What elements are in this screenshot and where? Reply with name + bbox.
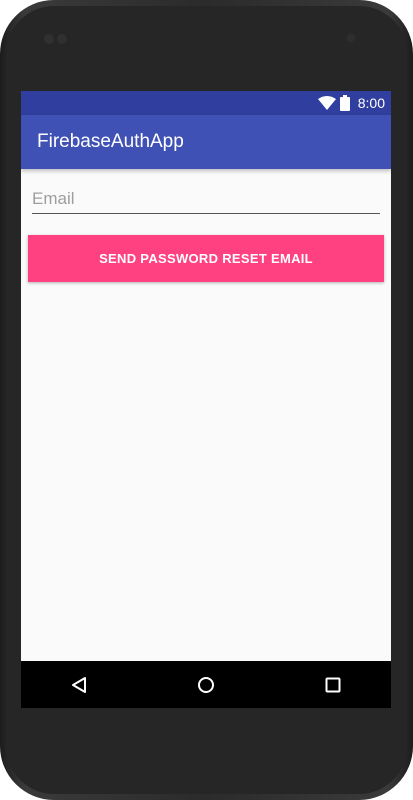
status-bar: 8:00 — [21, 91, 391, 115]
status-time: 8:00 — [357, 95, 385, 111]
navigation-bar — [21, 661, 391, 708]
email-field[interactable] — [32, 185, 380, 214]
front-camera — [344, 31, 358, 45]
status-icons: 8:00 — [317, 94, 385, 112]
screen: 8:00 FirebaseAuthApp SEND PASSWORD RESET… — [21, 91, 391, 708]
back-button[interactable] — [67, 673, 91, 697]
back-icon — [72, 677, 86, 693]
home-icon — [198, 677, 214, 693]
battery-icon — [339, 95, 350, 111]
app-title: FirebaseAuthApp — [37, 131, 184, 152]
phone-frame: 8:00 FirebaseAuthApp SEND PASSWORD RESET… — [0, 0, 413, 800]
speaker-grille — [44, 34, 68, 44]
wifi-icon — [317, 96, 336, 110]
recents-button[interactable] — [321, 673, 345, 697]
send-password-reset-button[interactable]: SEND PASSWORD RESET EMAIL — [28, 235, 384, 282]
home-button[interactable] — [194, 673, 218, 697]
app-bar: FirebaseAuthApp — [21, 115, 391, 169]
recents-icon — [325, 677, 341, 693]
